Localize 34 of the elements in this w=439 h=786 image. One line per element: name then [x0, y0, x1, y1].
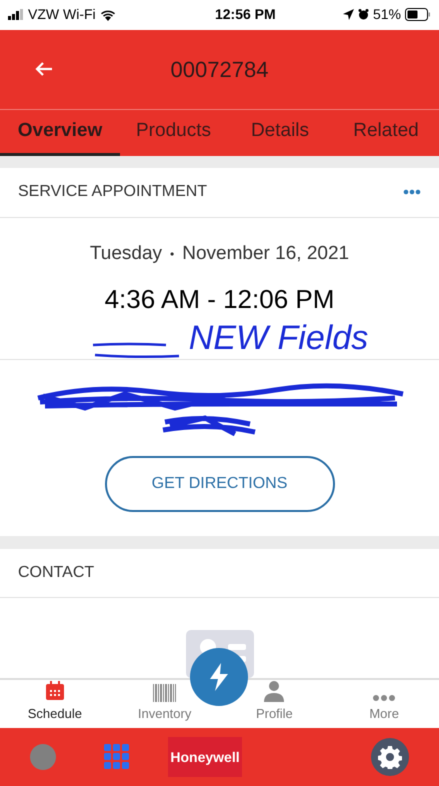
appointment-date: November 16, 2021: [182, 242, 350, 266]
section-heading: CONTACT: [18, 563, 94, 584]
barcode-icon: [152, 684, 177, 702]
settings-icon: [378, 745, 402, 770]
wifi-icon: [100, 8, 116, 21]
appointment-time-range: 4:36 AM - 12:06 PM: [104, 283, 334, 316]
grid-icon: [104, 744, 130, 770]
settings-button[interactable]: [371, 738, 409, 776]
battery-percent: 51%: [372, 5, 401, 24]
more-options-button[interactable]: [403, 189, 421, 196]
person-icon: [263, 680, 286, 702]
more-options-icon: [403, 189, 421, 196]
record-title: 00072784: [170, 56, 268, 84]
nav-tab[interactable]: More: [369, 680, 399, 730]
get-directions-button[interactable]: GET DIRECTIONS: [104, 456, 334, 512]
clock-time: 12:56 PM: [214, 5, 276, 24]
appointment-day: Tuesday: [90, 240, 162, 268]
tab[interactable]: Related: [333, 110, 439, 156]
more-icon: [373, 694, 396, 702]
carrier-label: VZW Wi-Fi: [28, 5, 96, 24]
tab[interactable]: Products: [120, 110, 227, 156]
separator-dot: •: [170, 246, 174, 263]
battery-icon: [404, 8, 431, 22]
lightning-icon: [208, 663, 230, 692]
handwritten-annotation: NEW Fields: [188, 321, 368, 360]
alarm-clock-icon: [358, 9, 369, 20]
back-arrow-icon: [35, 61, 53, 78]
nav-tab[interactable]: Profile: [256, 680, 293, 730]
tab[interactable]: Details: [226, 110, 333, 156]
location-arrow-icon: [342, 9, 354, 20]
signal-icon: [8, 9, 24, 20]
logo: Honeywell: [168, 737, 242, 778]
section-heading: SERVICE APPOINTMENT: [18, 182, 208, 202]
nav-tab[interactable]: Inventory: [138, 680, 192, 730]
